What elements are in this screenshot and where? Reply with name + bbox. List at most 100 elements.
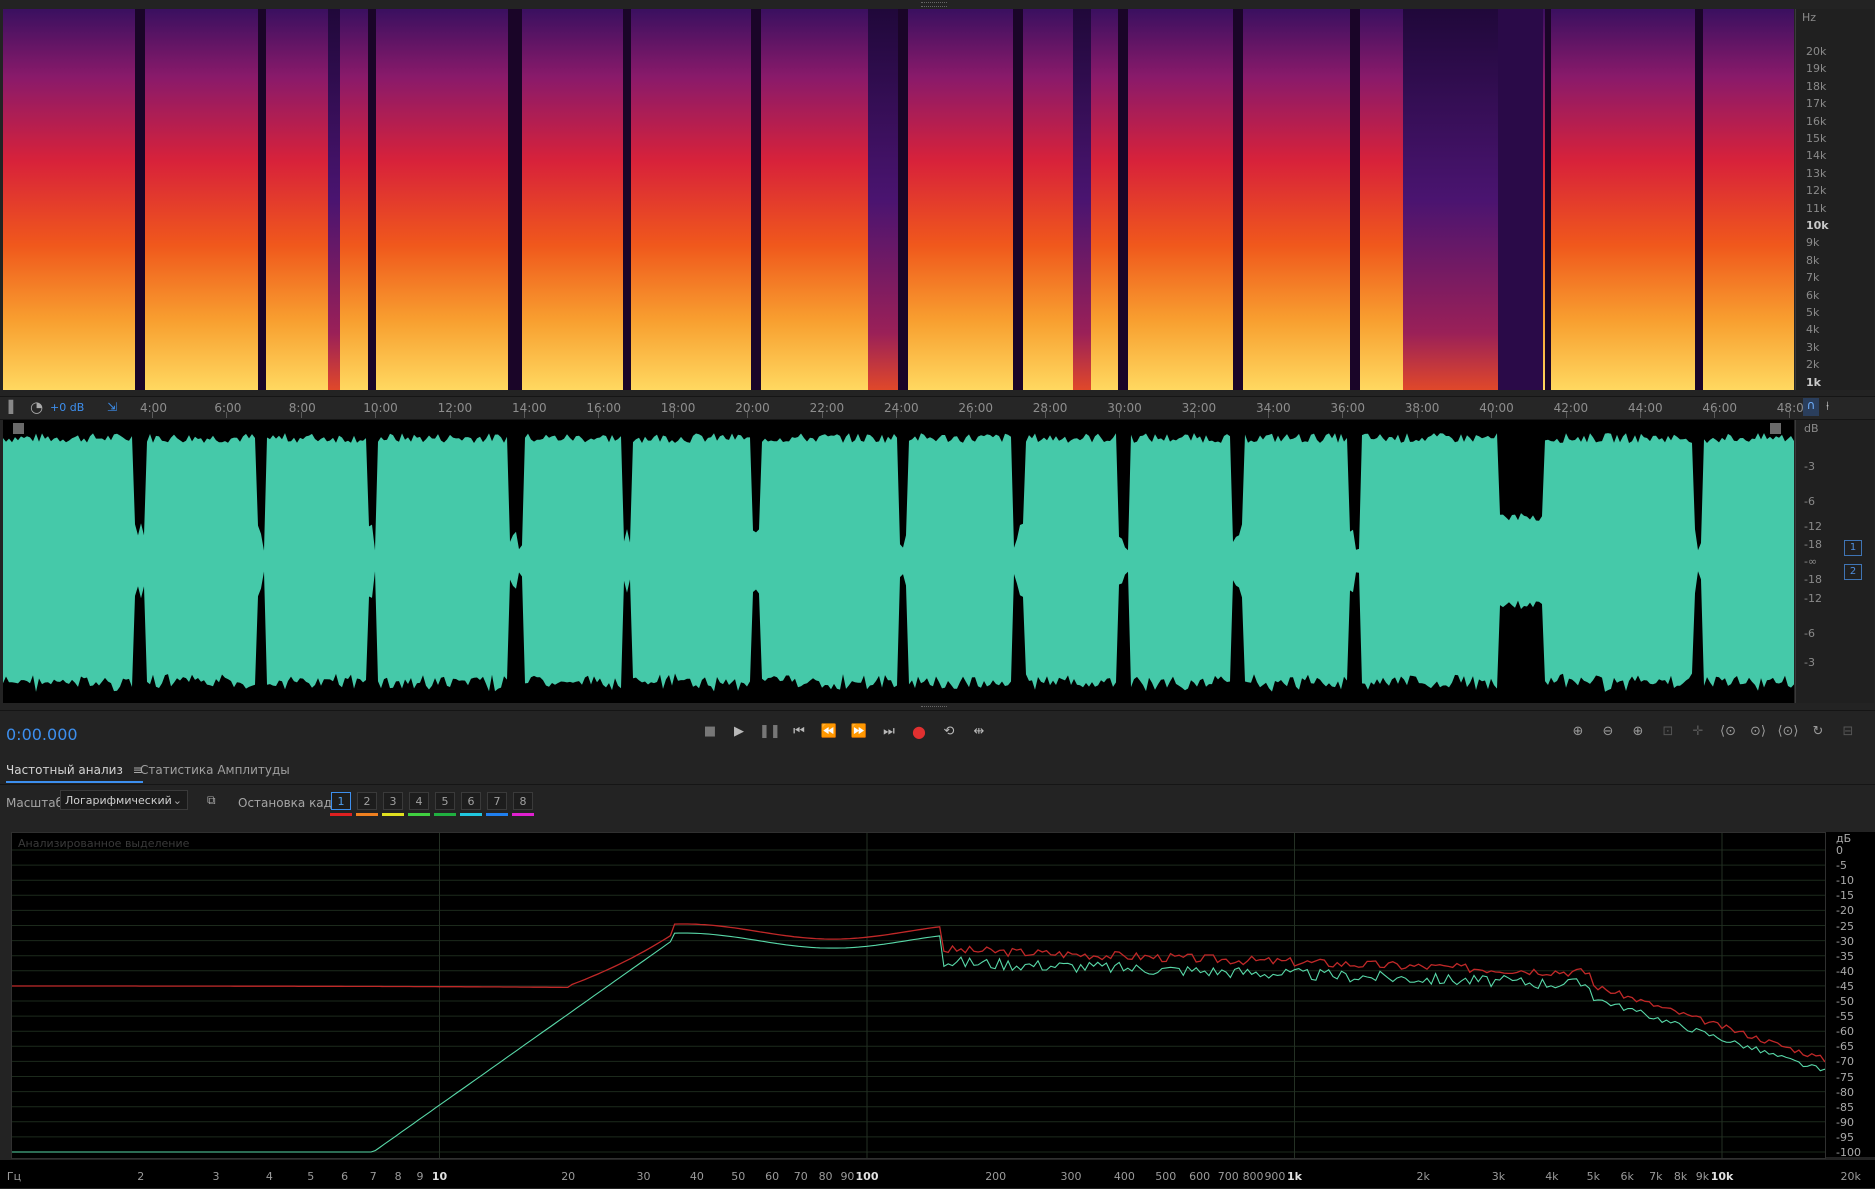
zoom-out-amplitude-icon[interactable]: ⊖ <box>1597 722 1619 742</box>
headphones-icon[interactable]: ∩ <box>1803 398 1819 416</box>
freq-tick: 30 <box>636 1170 651 1183</box>
analysis-db-tick: -60 <box>1836 1025 1854 1039</box>
hz-tick: 20k <box>1806 45 1827 58</box>
freeze-frame-1-button[interactable]: 1 <box>331 792 351 810</box>
freq-tick: 9k <box>1695 1170 1710 1183</box>
loop-button[interactable]: ⟲ <box>939 722 959 742</box>
freeze-frame-color <box>486 813 508 816</box>
stop-button[interactable]: ■ <box>700 722 720 742</box>
pause-button[interactable]: ❚❚ <box>759 722 781 742</box>
freeze-frame-8-button[interactable]: 8 <box>513 792 533 810</box>
tab-amplitude-statistics[interactable]: Статистика Амплитуды <box>140 763 290 777</box>
transport-bar: 0:00.000 ■ ▶ ❚❚ ⏮ ⏪ ⏩ ⏭ ● ⟲ ⇹ ⊕ ⊖ ⊕ ⊡ ✛ … <box>0 710 1875 753</box>
fast-forward-button[interactable]: ⏩ <box>849 722 869 742</box>
analysis-db-tick: -80 <box>1836 1085 1854 1099</box>
zoom-selection-icon[interactable]: ⊡ <box>1657 722 1679 742</box>
hz-tick: 4k <box>1806 323 1820 337</box>
hz-tick: 18k <box>1806 79 1827 93</box>
analysis-db-tick: -30 <box>1836 934 1854 948</box>
analysis-db-tick: -40 <box>1836 964 1854 978</box>
gain-knob-icon[interactable]: ◔ <box>30 398 43 416</box>
marker-pin-icon[interactable]: ⍿ <box>1826 399 1829 414</box>
hz-tick: 6k <box>1806 288 1820 302</box>
waveform-view[interactable] <box>3 420 1794 703</box>
analysis-db-tick: -95 <box>1836 1130 1854 1144</box>
freeze-frame-3-button[interactable]: 3 <box>383 792 403 810</box>
freq-tick: 200 <box>985 1170 1007 1183</box>
zoom-in-right-icon[interactable]: ⊙⟩ <box>1747 722 1769 742</box>
channel-2-badge[interactable]: 2 <box>1844 564 1862 580</box>
time-tick <box>300 412 302 418</box>
zoom-in-time-icon[interactable]: ⊕ <box>1627 722 1649 742</box>
freq-tick: 10k <box>1710 1170 1734 1183</box>
zoom-corner-right-icon[interactable] <box>1770 423 1781 434</box>
time-label: 28:00 <box>1032 401 1068 415</box>
pin-icon[interactable]: ⇲ <box>107 400 117 414</box>
time-tick <box>821 412 823 418</box>
freeze-frame-6-button[interactable]: 6 <box>461 792 481 810</box>
freeze-frame-4-button[interactable]: 4 <box>409 792 429 810</box>
time-tick <box>1491 412 1493 418</box>
tab-frequency-analysis[interactable]: Частотный анализ ≡ <box>6 763 143 783</box>
time-tick <box>524 412 525 418</box>
time-label: 38:00 <box>1404 401 1440 415</box>
level-meter-icon[interactable]: ▐ <box>4 400 13 414</box>
freq-tick: 4 <box>265 1170 273 1183</box>
freq-tick: 8k <box>1673 1170 1688 1183</box>
zoom-reset-icon[interactable]: ↻ <box>1807 722 1829 742</box>
freq-tick: 600 <box>1189 1170 1211 1183</box>
panel-resize-grip[interactable] <box>921 2 947 7</box>
analysis-db-tick: 0 <box>1836 844 1843 857</box>
scale-dropdown[interactable]: Логарифмический ⌄ <box>60 790 188 810</box>
gain-value[interactable]: +0 dB <box>50 401 84 414</box>
skip-selection-button[interactable]: ⇹ <box>969 722 989 742</box>
hz-tick: 13k <box>1806 166 1827 180</box>
hz-tick: 17k <box>1806 97 1827 111</box>
freq-tick: 2k <box>1416 1170 1430 1183</box>
current-time[interactable]: 0:00.000 <box>6 725 78 744</box>
analysis-db-tick: -15 <box>1836 889 1854 903</box>
time-label: 18:00 <box>660 401 696 415</box>
db-tick: -18 <box>1804 538 1822 551</box>
time-tick <box>1714 412 1716 418</box>
frequency-scale: Hz 20k 19k 18k 17k 16k 15k 14k 13k 12k 11k 10k 9k 8k… <box>1795 9 1874 390</box>
freeze-frame-2-button[interactable]: 2 <box>357 792 377 810</box>
time-tick <box>1416 412 1418 418</box>
time-label: 48:0 <box>1776 401 1804 415</box>
time-tick <box>152 412 153 418</box>
freeze-frame-5-button[interactable]: 5 <box>435 792 455 810</box>
time-label: 30:00 <box>1107 401 1142 415</box>
time-label: 40:00 <box>1479 401 1514 415</box>
freq-tick: 90 <box>840 1170 855 1183</box>
time-tick <box>375 412 377 418</box>
zoom-in-left-icon[interactable]: ⟨⊙ <box>1717 722 1739 742</box>
time-tick <box>226 412 228 418</box>
rewind-button[interactable]: ⏪ <box>819 722 839 742</box>
freq-tick: 8 <box>394 1170 402 1183</box>
zoom-out-full-icon[interactable]: ⟨⊙⟩ <box>1777 722 1799 742</box>
time-tick <box>747 412 749 418</box>
spectrogram-view[interactable] <box>3 9 1794 390</box>
zoom-corner-left-icon[interactable] <box>13 423 24 434</box>
copy-icon[interactable]: ⧉ <box>207 793 216 808</box>
time-label: 4:00 <box>140 401 167 415</box>
freeze-frame-7-button[interactable]: 7 <box>487 792 507 810</box>
freeze-frame-color <box>408 813 430 816</box>
time-ruler[interactable]: ▐ ◔ +0 dB ⇲ 4:00 6:00 8:00 10:00 12:00 14:00 1… <box>0 396 1875 420</box>
analysis-db-tick: -45 <box>1836 979 1854 993</box>
analysis-db-tick: -75 <box>1836 1070 1854 1084</box>
go-to-end-button[interactable]: ⏭ <box>879 722 899 742</box>
zoom-lock-icon[interactable]: ⊟ <box>1837 722 1859 742</box>
record-button[interactable]: ● <box>909 722 929 742</box>
time-label: 26:00 <box>958 401 993 415</box>
zoom-in-point-icon[interactable]: ✛ <box>1687 722 1709 742</box>
time-tick <box>1565 412 1567 418</box>
time-label: 8:00 <box>288 401 316 415</box>
hz-unit-label: Hz <box>1802 11 1817 24</box>
freq-tick: 3k <box>1491 1170 1506 1183</box>
analysis-db-tick: -100 <box>1836 1146 1861 1159</box>
go-to-start-button[interactable]: ⏮ <box>789 722 809 742</box>
play-button[interactable]: ▶ <box>729 722 749 742</box>
channel-1-badge[interactable]: 1 <box>1844 540 1862 556</box>
zoom-in-amplitude-icon[interactable]: ⊕ <box>1567 722 1589 742</box>
